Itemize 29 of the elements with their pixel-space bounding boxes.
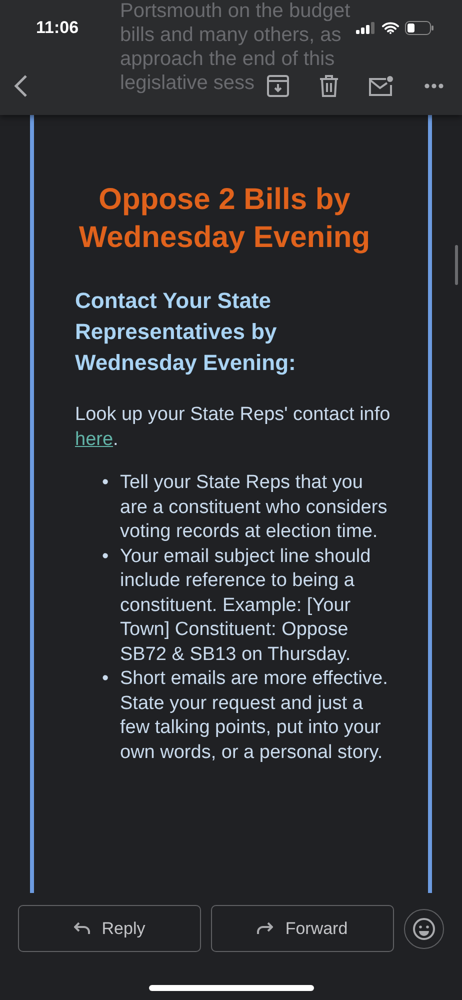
forward-icon (257, 922, 274, 935)
faded-text: Portsmouth on the budget (120, 0, 350, 23)
here-link[interactable]: here (75, 428, 114, 450)
faded-text: legislative sess (120, 71, 255, 95)
emoji-icon[interactable] (404, 908, 444, 948)
wifi-icon (382, 22, 399, 34)
reply-icon (74, 922, 90, 935)
back-icon[interactable] (14, 74, 28, 98)
bullet-marker: • (102, 471, 110, 495)
battery-icon (405, 21, 434, 35)
archive-icon[interactable] (267, 74, 289, 96)
bullet-text: Your email subject line should include reference to being a constituent. Example: [Your Town] Constituent: Oppose SB72 & SB13 on Thursday. (120, 544, 372, 666)
faded-text: approach the end of this (120, 47, 335, 71)
bullet-marker: • (102, 667, 110, 691)
reply-button[interactable]: Reply (18, 905, 201, 952)
intro-text: Look up your State Reps' contact info here. (75, 403, 392, 452)
forward-button[interactable]: Forward (211, 905, 394, 952)
status-time: 11:06 (36, 18, 79, 38)
more-icon[interactable] (424, 82, 444, 88)
trash-icon[interactable] (319, 74, 339, 96)
bullet-marker: • (102, 544, 110, 568)
bullet-text: Tell your State Reps that you are a constituent who considers voting records at election time. (120, 471, 388, 544)
signal-icon (356, 22, 376, 34)
faded-text: bills and many others, as (120, 23, 342, 47)
email-title: Oppose 2 Bills by Wednesday Evening (78, 182, 372, 256)
mail-icon[interactable] (369, 74, 394, 96)
section-heading: Contact Your State Representatives by Wednesday Evening: (75, 287, 297, 377)
bullet-text: Short emails are more effective. State your request and just a few talking points, put into your own words, or a personal story. (120, 667, 389, 764)
scrollbar (455, 245, 458, 285)
